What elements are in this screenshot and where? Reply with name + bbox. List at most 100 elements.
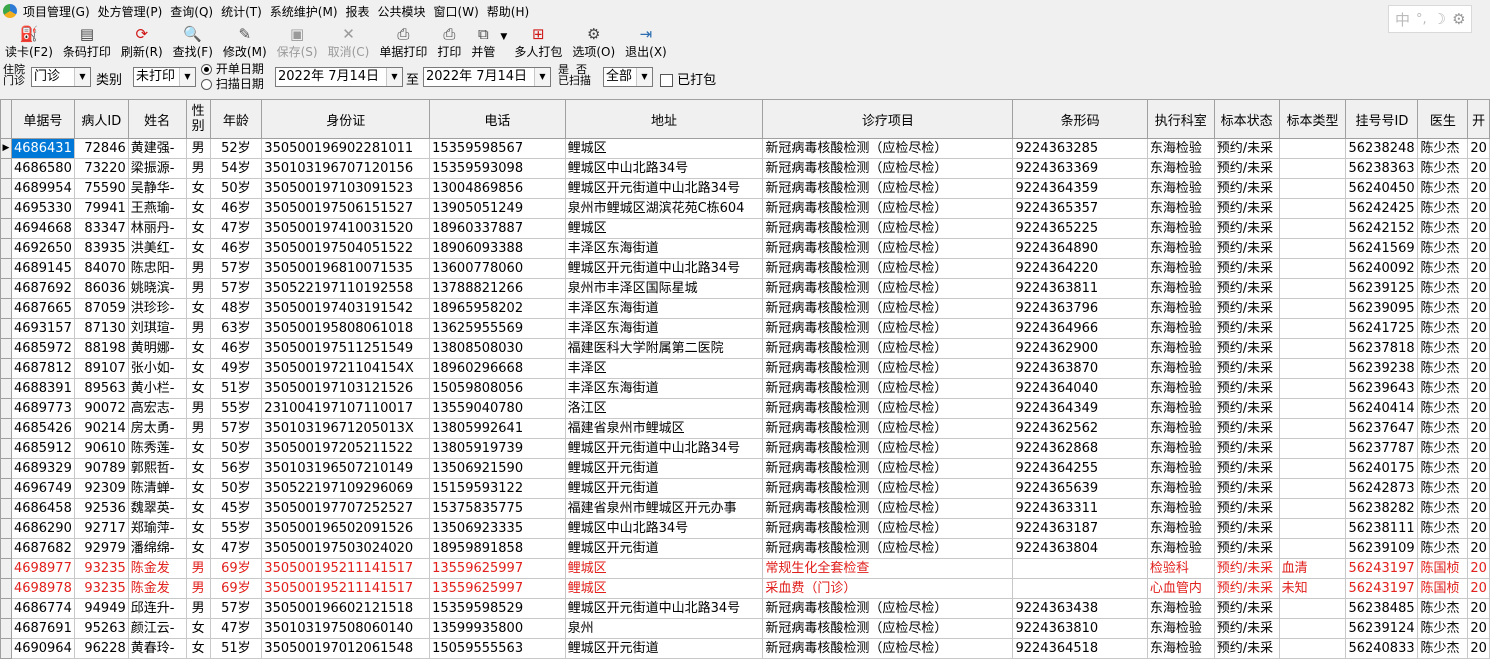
row-indicator[interactable]	[0, 258, 12, 279]
table-cell[interactable]: 鲤城区开元街道中山北路34号	[564, 258, 764, 279]
row-indicator[interactable]	[0, 438, 12, 459]
table-cell[interactable]: 男	[185, 398, 211, 419]
table-cell[interactable]	[1278, 218, 1347, 239]
table-cell[interactable]: 4698977	[10, 558, 75, 579]
menu-item[interactable]: 查询(Q)	[170, 3, 221, 20]
table-cell[interactable]: 9224362562	[1012, 418, 1148, 439]
table-cell[interactable]: 福建医科大学附属第二医院	[564, 338, 764, 359]
table-cell[interactable]: 新冠病毒核酸检测（应检尽检）	[762, 618, 1014, 639]
table-cell[interactable]: 46岁	[209, 338, 263, 359]
date-to-picker[interactable]: 2022年 7月14日 ▼	[423, 67, 551, 87]
table-cell[interactable]: 15359593098	[429, 158, 566, 179]
table-cell[interactable]: 9224364040	[1012, 378, 1148, 399]
table-cell[interactable]: 新冠病毒核酸检测（应检尽检）	[762, 238, 1014, 259]
table-cell[interactable]: 20	[1467, 558, 1490, 579]
table-cell[interactable]: 未知	[1278, 578, 1347, 599]
table-cell[interactable]: 陈少杰	[1417, 358, 1469, 379]
table-cell[interactable]: 女	[185, 498, 211, 519]
table-cell[interactable]: 350103197508060140	[261, 618, 431, 639]
table-cell[interactable]	[1012, 558, 1148, 579]
table-cell[interactable]: 20	[1467, 258, 1490, 279]
table-cell[interactable]: 鲤城区中山北路34号	[564, 518, 764, 539]
toolbar-button[interactable]: ⟳ 刷新(R)	[116, 24, 168, 60]
table-cell[interactable]: 88198	[73, 338, 129, 359]
table-cell[interactable]: 新冠病毒核酸检测（应检尽检）	[762, 418, 1014, 439]
table-cell[interactable]: 4686431	[10, 138, 75, 159]
table-cell[interactable]: 4686774	[10, 598, 75, 619]
table-cell[interactable]: 350500197503024020	[261, 538, 431, 559]
table-cell[interactable]: 20	[1467, 138, 1490, 159]
column-header[interactable]: 身份证	[261, 100, 431, 139]
table-cell[interactable]: 男	[185, 258, 211, 279]
table-cell[interactable]: 男	[185, 278, 211, 299]
table-cell[interactable]: 东海检验	[1146, 498, 1215, 519]
table-cell[interactable]: 56237787	[1345, 438, 1419, 459]
table-cell[interactable]: 350103196507210149	[261, 458, 431, 479]
table-cell[interactable]: 男	[185, 578, 211, 599]
table-cell[interactable]	[1278, 198, 1347, 219]
table-cell[interactable]: 东海检验	[1146, 518, 1215, 539]
table-cell[interactable]: 231004197107110017	[261, 398, 431, 419]
table-cell[interactable]: 56238363	[1345, 158, 1419, 179]
table-cell[interactable]: 陈清蝉-	[127, 478, 187, 499]
table-cell[interactable]: 陈金发	[127, 558, 187, 579]
table-cell[interactable]: 东海检验	[1146, 298, 1215, 319]
table-cell[interactable]: 陈少杰	[1417, 258, 1469, 279]
table-cell[interactable]: 20	[1467, 178, 1490, 199]
ime-mode-label[interactable]: 中	[1395, 9, 1410, 30]
table-cell[interactable]: 男	[185, 318, 211, 339]
table-cell[interactable]: 93235	[73, 578, 129, 599]
column-header[interactable]: 年龄	[209, 100, 263, 139]
table-cell[interactable]: 洪珍珍-	[127, 298, 187, 319]
table-cell[interactable]: 13506923335	[429, 518, 566, 539]
table-cell[interactable]: 18965958202	[429, 298, 566, 319]
table-cell[interactable]: 9224363285	[1012, 138, 1148, 159]
table-cell[interactable]: 新冠病毒核酸检测（应检尽检）	[762, 278, 1014, 299]
table-cell[interactable]: 350500196810071535	[261, 258, 431, 279]
table-cell[interactable]: 东海检验	[1146, 478, 1215, 499]
table-cell[interactable]: 84070	[73, 258, 129, 279]
table-row[interactable]: ▶ 4686431 72846 黄建强- 男 52岁 350500196902281011 1…	[0, 138, 1490, 159]
table-cell[interactable]: 83935	[73, 238, 129, 259]
table-cell[interactable]: 鲤城区开元街道	[564, 478, 764, 499]
table-cell[interactable]: 陈少杰	[1417, 598, 1469, 619]
table-row[interactable]: 4694668 83347 林丽丹- 女 47岁 350500197410031520 18…	[0, 218, 1490, 239]
table-cell[interactable]: 20	[1467, 518, 1490, 539]
row-indicator[interactable]	[0, 378, 12, 399]
table-cell[interactable]: 4686290	[10, 518, 75, 539]
table-cell[interactable]	[1278, 178, 1347, 199]
table-cell[interactable]: 4696749	[10, 478, 75, 499]
table-cell[interactable]: 新冠病毒核酸检测（应检尽检）	[762, 198, 1014, 219]
table-cell[interactable]: 50岁	[209, 478, 263, 499]
table-cell[interactable]: 新冠病毒核酸检测（应检尽检）	[762, 458, 1014, 479]
table-cell[interactable]: 69岁	[209, 558, 263, 579]
table-cell[interactable]: 邱连升-	[127, 598, 187, 619]
table-row[interactable]: 4687692 86036 姚晓滨- 男 57岁 350522197110192558 13…	[0, 278, 1490, 299]
table-cell[interactable]: 4686580	[10, 158, 75, 179]
column-header[interactable]: 诊疗项目	[762, 100, 1014, 139]
table-cell[interactable]: 黄建强-	[127, 138, 187, 159]
table-cell[interactable]: 4692650	[10, 238, 75, 259]
table-cell[interactable]: 女	[185, 478, 211, 499]
table-cell[interactable]: 92309	[73, 478, 129, 499]
table-row[interactable]: 4692650 83935 洪美红- 女 46岁 350500197504051522 18…	[0, 238, 1490, 259]
table-cell[interactable]: 56242425	[1345, 198, 1419, 219]
table-cell[interactable]: 心血管内	[1146, 578, 1215, 599]
row-indicator[interactable]	[0, 418, 12, 439]
column-header[interactable]: 标本状态	[1213, 100, 1280, 139]
table-cell[interactable]: 20	[1467, 618, 1490, 639]
table-cell[interactable]: 20	[1467, 238, 1490, 259]
table-cell[interactable]: 陈秀莲-	[127, 438, 187, 459]
table-cell[interactable]: 9224365225	[1012, 218, 1148, 239]
table-cell[interactable]: 90072	[73, 398, 129, 419]
table-cell[interactable]: 35050019721104154X	[261, 358, 431, 379]
table-cell[interactable]: 350522197109296069	[261, 478, 431, 499]
table-cell[interactable]: 女	[185, 178, 211, 199]
table-row[interactable]: 4686774 94949 邱连升- 男 57岁 350500196602121518 15…	[0, 598, 1490, 619]
table-cell[interactable]: 新冠病毒核酸检测（应检尽检）	[762, 358, 1014, 379]
table-cell[interactable]: 陈少杰	[1417, 478, 1469, 499]
table-cell[interactable]	[1278, 598, 1347, 619]
table-row[interactable]: 4689773 90072 高宏志- 男 55岁 231004197107110017 13…	[0, 398, 1490, 419]
table-cell[interactable]: 女	[185, 218, 211, 239]
table-cell[interactable]: 18959891858	[429, 538, 566, 559]
